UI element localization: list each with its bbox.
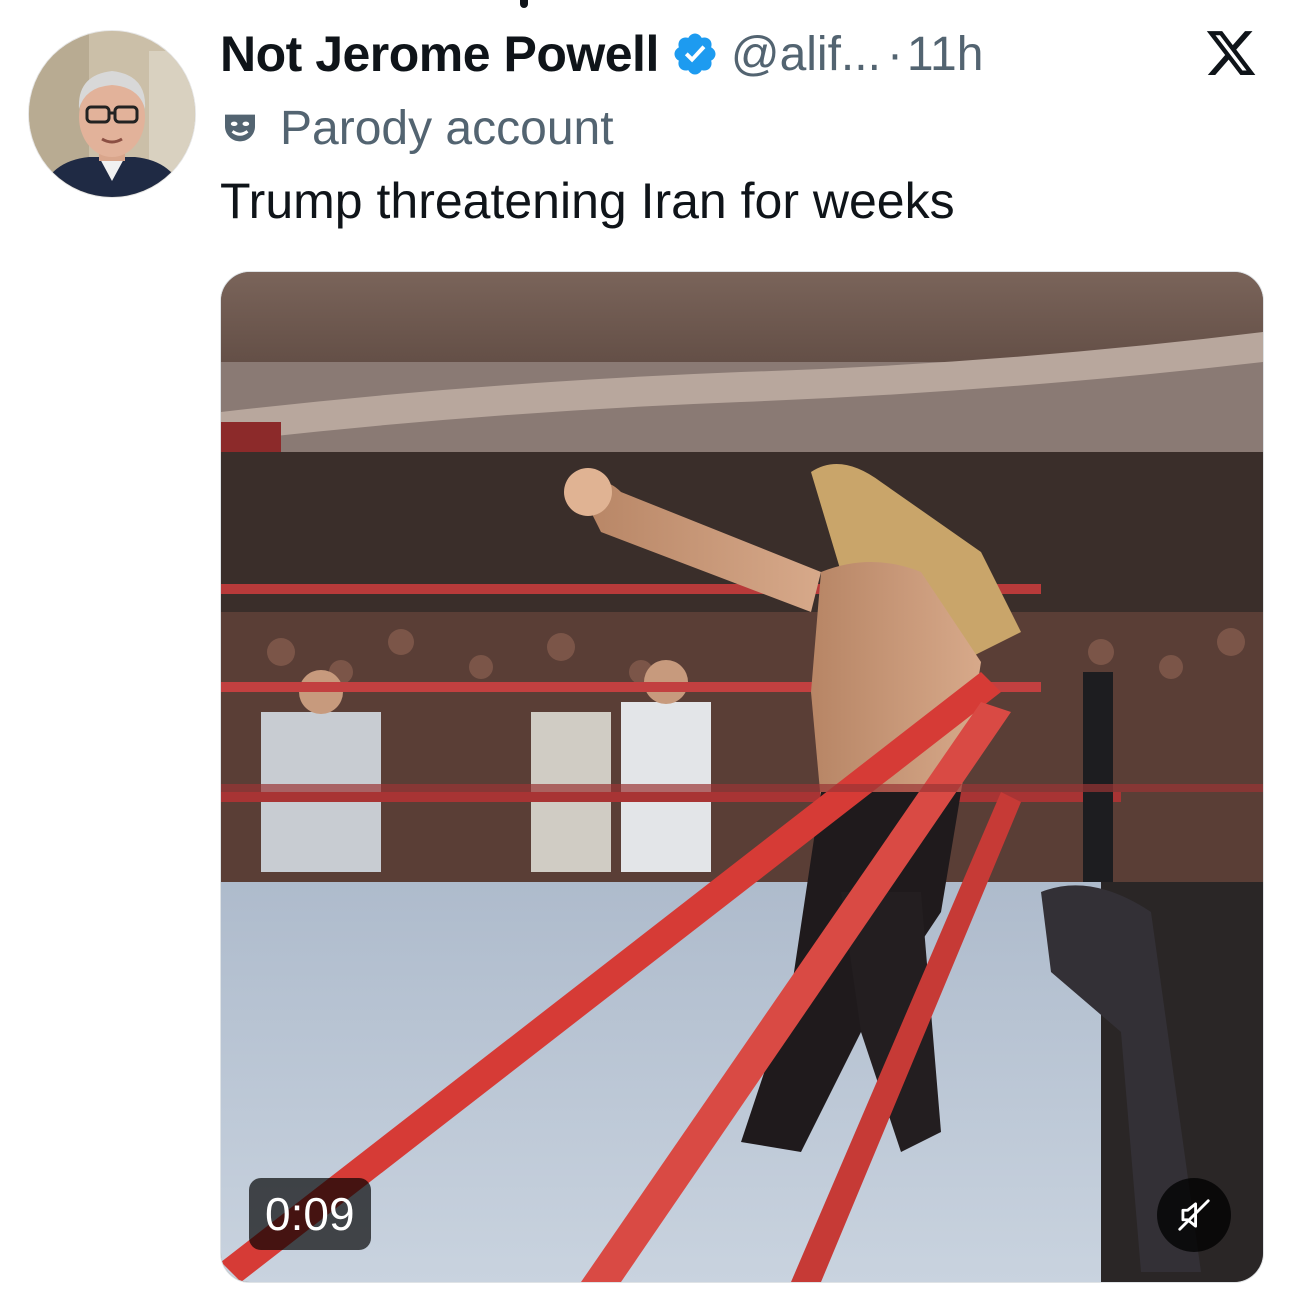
tweet-text: Trump threatening Iran for weeks: [220, 173, 955, 229]
verified-badge-icon[interactable]: [671, 30, 719, 78]
display-name[interactable]: Not Jerome Powell: [220, 25, 659, 83]
x-logo-icon: [1206, 31, 1256, 75]
video-duration-badge: 0:09: [249, 1178, 371, 1250]
parody-label-row: Parody account: [220, 98, 614, 158]
video-player[interactable]: 0:09: [220, 271, 1264, 1283]
speaker-muted-icon: [1178, 1199, 1210, 1231]
video-frame: [221, 272, 1263, 1282]
avatar-photo: [29, 31, 195, 197]
theater-mask-icon: [225, 114, 255, 142]
previous-tweet-remnant: [520, 0, 528, 8]
separator-dot: ·: [886, 27, 903, 81]
user-handle[interactable]: @alif...: [731, 27, 881, 82]
tweet-timestamp[interactable]: 11h: [907, 27, 984, 82]
tweet-header: Not Jerome Powell @alif... · 11h: [220, 22, 983, 86]
avatar[interactable]: [28, 30, 196, 198]
mute-toggle-button[interactable]: [1157, 1178, 1231, 1252]
parody-account-label: Parody account: [280, 101, 614, 155]
